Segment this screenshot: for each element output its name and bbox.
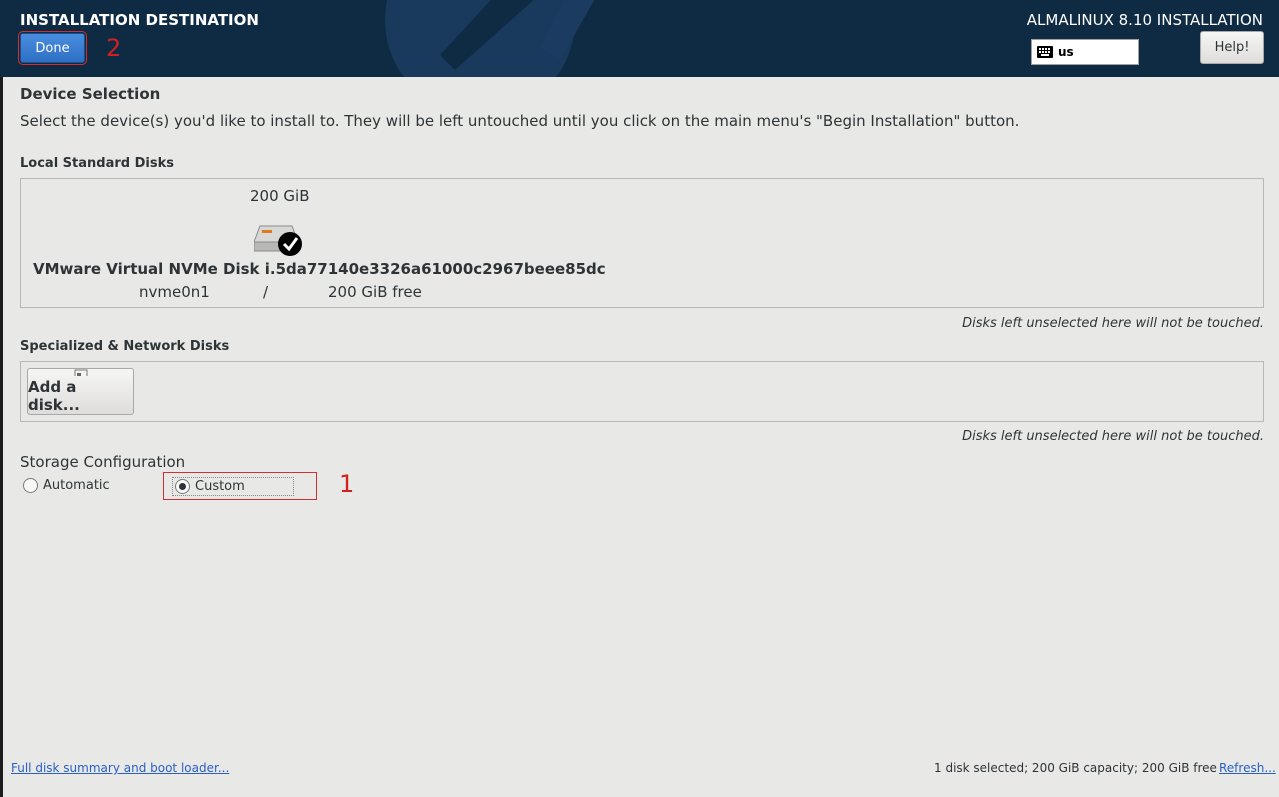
header-bar: INSTALLATION DESTINATION Done 2 ALMALINU…	[0, 0, 1279, 77]
custom-radio[interactable]: Custom	[163, 472, 317, 500]
product-title: ALMALINUX 8.10 INSTALLATION	[1026, 11, 1263, 29]
keyboard-icon	[1037, 46, 1053, 58]
disk-free-space: 200 GiB free	[328, 283, 422, 301]
done-button[interactable]: Done	[18, 31, 87, 65]
keyboard-layout-label: us	[1058, 45, 1074, 59]
storage-config-heading: Storage Configuration	[20, 453, 186, 471]
page-title: INSTALLATION DESTINATION	[20, 11, 259, 29]
annotation-marker-1: 1	[339, 470, 355, 498]
refresh-link[interactable]: Refresh...	[1219, 761, 1276, 775]
help-button[interactable]: Help!	[1200, 31, 1264, 64]
custom-radio-label: Custom	[195, 478, 245, 494]
disk-separator: /	[263, 283, 269, 301]
disk-device: nvme0n1	[139, 283, 210, 301]
network-disks-panel	[20, 361, 1264, 422]
add-disk-label: Add a disk...	[28, 378, 80, 414]
custom-radio-focus: Custom	[172, 476, 294, 496]
window-edge	[0, 77, 3, 797]
custom-radio-button[interactable]	[175, 478, 190, 494]
automatic-radio[interactable]: Automatic	[23, 472, 110, 498]
automatic-radio-label: Automatic	[43, 477, 110, 493]
disk-capacity: 200 GiB	[250, 187, 310, 205]
automatic-radio-button[interactable]	[23, 477, 38, 493]
device-selection-heading: Device Selection	[20, 85, 161, 103]
disk-name: VMware Virtual NVMe Disk i.5da77140e3326…	[33, 260, 606, 278]
add-disk-icon	[74, 369, 87, 376]
network-disks-note: Disks left unselected here will not be t…	[962, 429, 1264, 444]
keyboard-layout-indicator[interactable]: us	[1031, 39, 1139, 65]
disk-selected-icon[interactable]	[254, 222, 304, 258]
full-disk-summary-link[interactable]: Full disk summary and boot loader...	[11, 761, 229, 775]
disk-selection-status: 1 disk selected; 200 GiB capacity; 200 G…	[934, 761, 1217, 775]
annotation-marker-2: 2	[106, 34, 122, 62]
radio-selected-dot	[179, 482, 186, 490]
device-selection-description: Select the device(s) you'd like to insta…	[20, 112, 1020, 130]
local-disks-heading: Local Standard Disks	[20, 156, 174, 171]
local-disks-note: Disks left unselected here will not be t…	[962, 316, 1264, 331]
network-disks-heading: Specialized & Network Disks	[20, 339, 230, 354]
add-disk-button[interactable]: Add a disk...	[27, 368, 134, 415]
